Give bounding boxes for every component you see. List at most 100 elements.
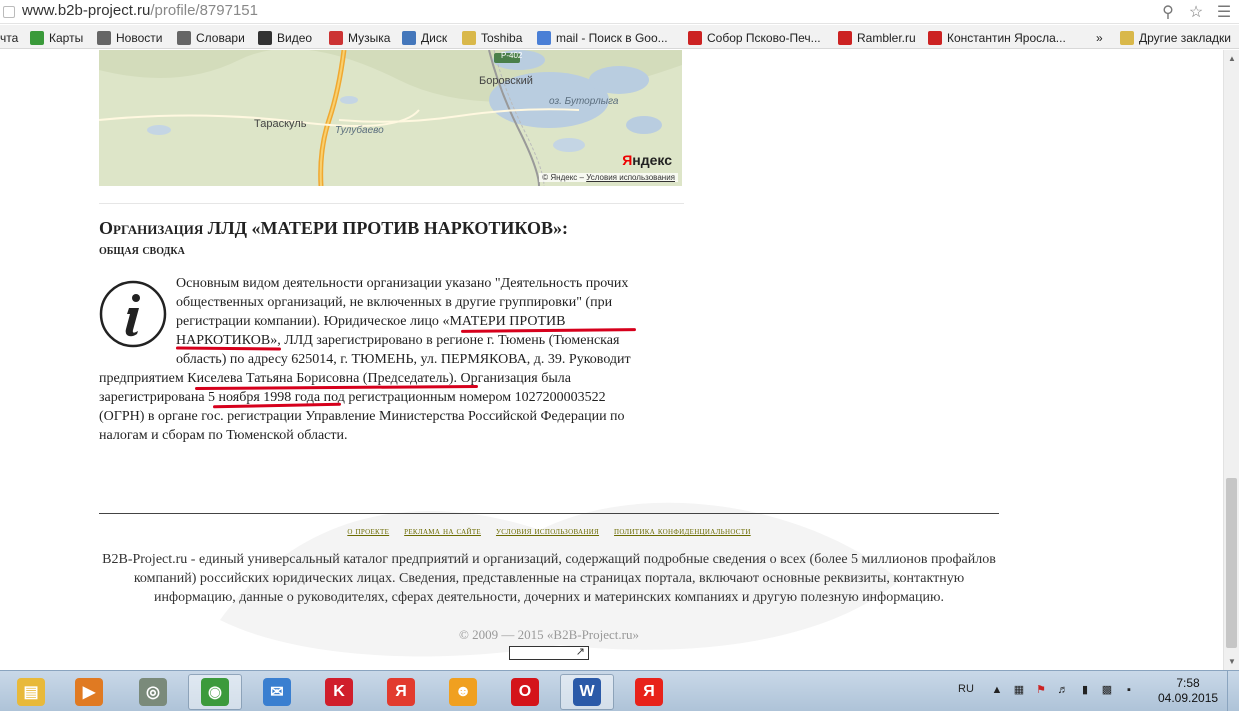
scroll-down-icon[interactable]: ▼: [1228, 657, 1236, 666]
url-text[interactable]: www.b2b-project.ru/profile/8797151: [22, 2, 258, 19]
agent-icon: ☻: [449, 678, 477, 706]
bookmark-item[interactable]: Видео: [258, 29, 312, 46]
screen: www.b2b-project.ru/profile/8797151 ⚲ ☆ ☰…: [0, 0, 1239, 711]
news-icon: [97, 30, 111, 45]
show-desktop-button[interactable]: [1227, 671, 1239, 711]
yandex-map-logo[interactable]: Яндекс: [622, 152, 672, 168]
bookmark-item[interactable]: Карты: [30, 29, 83, 46]
map-label-tulubaevo: Тулубаево: [335, 125, 384, 136]
taskbar-app-chrome[interactable]: ◉: [188, 674, 242, 710]
scroll-up-icon[interactable]: ▲: [1228, 54, 1236, 63]
media-player-icon: ▶: [75, 678, 103, 706]
bookmark-label: Карты: [49, 30, 84, 45]
bookmark-label: Другие закладки: [1139, 30, 1231, 45]
info-icon: [99, 280, 167, 348]
bookmark-item[interactable]: чта: [0, 29, 18, 46]
bookmark-item[interactable]: Другие закладки: [1120, 29, 1231, 46]
desc-line-8: (ОГРН) в органе гос. регистрации Управле…: [99, 409, 625, 424]
counter-widget[interactable]: ↗: [509, 646, 589, 660]
taskbar-app-kaspersky[interactable]: K: [312, 674, 366, 710]
address-actions: ⚲ ☆ ☰: [1159, 2, 1233, 22]
folder-icon: [1120, 30, 1134, 45]
taskbar-app-word[interactable]: W: [560, 674, 614, 710]
taskbar-app-agent[interactable]: ☻: [436, 674, 490, 710]
bookmark-item[interactable]: Музыка: [329, 29, 390, 46]
desc-text: . Организация была: [453, 371, 571, 386]
disk-icon: [402, 30, 416, 45]
chevron-up-icon[interactable]: ▲: [990, 683, 1004, 697]
circle-app-icon: ◎: [139, 678, 167, 706]
map-label-taraskul: Тараскуль: [254, 118, 307, 130]
bookmark-item[interactable]: Собор Псково-Печ...: [688, 29, 821, 46]
bookmark-item[interactable]: »: [1096, 29, 1103, 46]
clock[interactable]: 7:58 04.09.2015: [1158, 676, 1218, 706]
opera-icon: O: [511, 678, 539, 706]
star-icon[interactable]: ☆: [1187, 2, 1205, 22]
scroll-thumb[interactable]: [1226, 478, 1237, 648]
folder-icon: ▤: [17, 678, 45, 706]
taskbar-app-opera[interactable]: O: [498, 674, 552, 710]
flag-icon[interactable]: ⚑: [1034, 683, 1048, 697]
logo-letter: Я: [622, 152, 633, 168]
footer-link-about[interactable]: о проекте: [347, 526, 389, 537]
page-scrollbar[interactable]: ▲ ▼: [1223, 50, 1239, 670]
footer-link-terms[interactable]: условия использования: [496, 526, 599, 537]
title-prefix: Организация: [99, 218, 204, 238]
url-path: /profile/8797151: [150, 2, 258, 19]
chrome-icon: ◉: [201, 678, 229, 706]
desc-text: предприятием: [99, 371, 188, 386]
kaspersky-icon: K: [325, 678, 353, 706]
address-bar[interactable]: www.b2b-project.ru/profile/8797151 ⚲ ☆ ☰: [0, 0, 1239, 24]
windows-icon[interactable]: ▦: [1012, 683, 1026, 697]
bookmark-item[interactable]: Константин Яросла...: [928, 29, 1066, 46]
volume-icon[interactable]: ♬: [1056, 683, 1070, 697]
dictionary-icon: [177, 30, 191, 45]
arrow-icon: ↗: [575, 646, 585, 658]
taskbar-app-media-player[interactable]: ▶: [62, 674, 116, 710]
logo-rest: ндекс: [632, 152, 672, 168]
language-indicator[interactable]: RU: [958, 683, 974, 695]
search-icon[interactable]: ⚲: [1159, 2, 1177, 22]
yandex-icon: Я: [635, 678, 663, 706]
bookmark-item[interactable]: Rambler.ru: [838, 29, 916, 46]
page-viewport: Р-402 Боровский Тараскуль Тулубаево оз. …: [0, 50, 1223, 670]
bookmark-item[interactable]: Toshiba: [462, 29, 522, 46]
bookmark-item[interactable]: Новости: [97, 29, 162, 46]
folder-icon: [462, 30, 476, 45]
taskbar-app-explorer[interactable]: ▤: [4, 674, 58, 710]
clock-time: 7:58: [1176, 676, 1200, 690]
yandex-icon: [688, 30, 702, 45]
footer-link-privacy[interactable]: политика конфиденциальности: [614, 526, 751, 537]
menu-icon[interactable]: ☰: [1215, 2, 1233, 22]
org-name-highlight-1: «МАТЕРИ ПРОТИВ: [442, 314, 566, 329]
network-icon[interactable]: ▩: [1100, 683, 1114, 697]
music-icon: [329, 30, 343, 45]
taskbar-app-app-circle[interactable]: ◎: [126, 674, 180, 710]
bookmark-item[interactable]: mail - Поиск в Goo...: [537, 29, 668, 46]
taskbar-app-yandex[interactable]: Я: [622, 674, 676, 710]
bookmark-label: Словари: [196, 30, 245, 45]
bookmark-item[interactable]: Словари: [177, 29, 245, 46]
divider: [99, 203, 684, 204]
footer-divider: [99, 513, 999, 514]
bookmark-label: Собор Псково-Печ...: [707, 30, 821, 45]
map-terms-link[interactable]: Условия использования: [586, 173, 675, 182]
bookmark-label: чта: [0, 30, 19, 45]
desc-line-7: зарегистрирована 5 ноября 1998 года под …: [99, 388, 606, 407]
taskbar-app-yandex-browser[interactable]: Я: [374, 674, 428, 710]
map-label-borovsky: Боровский: [479, 75, 533, 87]
yandex-map[interactable]: Р-402 Боровский Тараскуль Тулубаево оз. …: [99, 50, 682, 186]
system-tray: ▲ ▦ ⚑ ♬ ▮ ▩ ▪: [990, 683, 1136, 697]
bookmark-item[interactable]: Диск: [402, 29, 447, 46]
device-icon[interactable]: ▪: [1122, 683, 1136, 697]
footer-description: B2B-Project.ru - единый универсальный ка…: [102, 552, 996, 605]
title-main: ЛЛД «МАТЕРИ ПРОТИВ НАРКОТИКОВ»:: [207, 218, 569, 238]
battery-icon[interactable]: ▮: [1078, 683, 1092, 697]
mail-icon: ✉: [263, 678, 291, 706]
url-host: www.b2b-project.ru: [22, 2, 151, 19]
taskbar-app-mail[interactable]: ✉: [250, 674, 304, 710]
footer-links: о проекте реклама на сайте условия испол…: [99, 526, 999, 537]
desc-line-3: регистрации компании). Юридическое лицо …: [176, 312, 565, 331]
bookmark-label: Toshiba: [481, 30, 523, 45]
footer-link-ads[interactable]: реклама на сайте: [404, 526, 481, 537]
